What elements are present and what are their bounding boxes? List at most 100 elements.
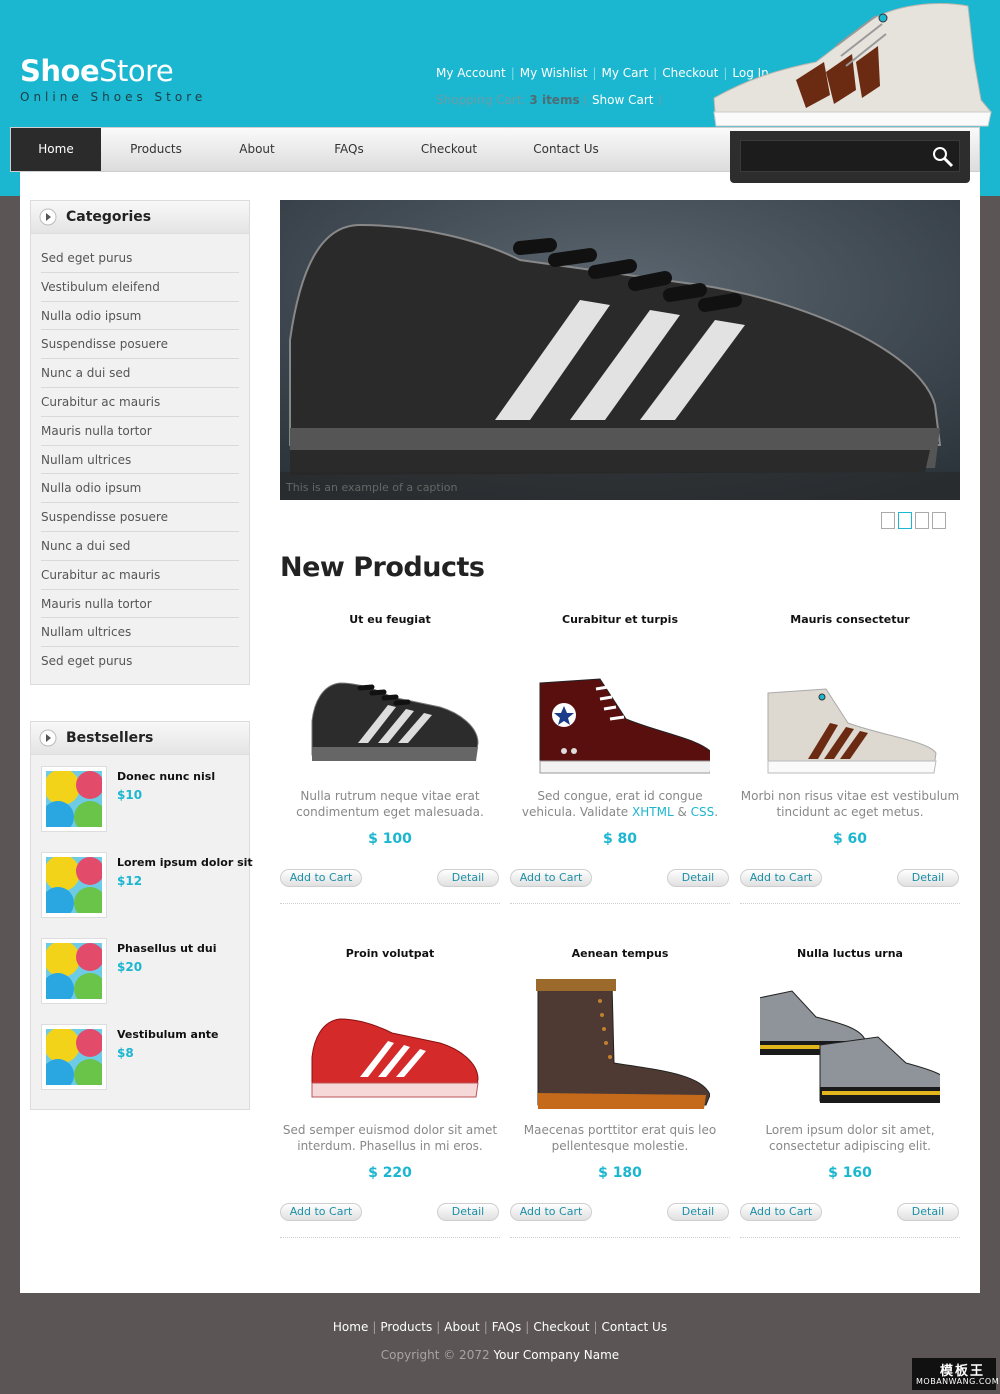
footer-faqs-link[interactable]: FAQs: [492, 1320, 522, 1334]
add-to-cart-button[interactable]: Add to Cart: [740, 869, 822, 887]
category-item[interactable]: Suspendisse posuere: [41, 503, 239, 532]
nav-checkout[interactable]: Checkout: [409, 128, 489, 171]
detail-button[interactable]: Detail: [897, 1203, 959, 1221]
product-price: $ 160: [828, 1165, 872, 1181]
detail-button[interactable]: Detail: [437, 869, 499, 887]
category-item[interactable]: Sed eget purus: [41, 244, 239, 273]
divider: [280, 903, 500, 904]
bestseller-item[interactable]: Lorem ipsum dolor sit $12: [41, 852, 253, 922]
separator: |: [372, 1320, 377, 1334]
logo-bold: Shoe: [20, 54, 100, 88]
category-item[interactable]: Curabitur ac mauris: [41, 388, 239, 417]
logo[interactable]: ShoeStore Online Shoes Store: [20, 55, 206, 104]
my-wishlist-link[interactable]: My Wishlist: [520, 66, 588, 80]
categories-header: Categories: [31, 201, 249, 234]
my-cart-link[interactable]: My Cart: [602, 66, 649, 80]
product-name[interactable]: Aenean tempus: [510, 947, 730, 960]
nav-faqs[interactable]: FAQs: [321, 128, 377, 171]
add-to-cart-button[interactable]: Add to Cart: [510, 1203, 592, 1221]
nav-contact-us[interactable]: Contact Us: [521, 128, 611, 171]
footer-products-link[interactable]: Products: [380, 1320, 432, 1334]
xhtml-link[interactable]: XHTML: [632, 805, 674, 819]
detail-button[interactable]: Detail: [897, 869, 959, 887]
categories-title: Categories: [66, 209, 152, 225]
add-to-cart-button[interactable]: Add to Cart: [280, 1203, 362, 1221]
maroon-hightop-image[interactable]: [530, 643, 710, 783]
product-name[interactable]: Curabitur et turpis: [510, 613, 730, 626]
bestseller-thumbnail[interactable]: [41, 938, 107, 1005]
detail-button[interactable]: Detail: [437, 1203, 499, 1221]
featured-slider[interactable]: This is an example of a caption: [280, 200, 960, 500]
search-input[interactable]: [740, 140, 960, 172]
category-item[interactable]: Curabitur ac mauris: [41, 561, 239, 590]
nav-products[interactable]: Products: [121, 128, 191, 171]
category-item[interactable]: Nullam ultrices: [41, 446, 239, 475]
product-card: Nulla luctus urna Lorem ipsum dolor sit …: [740, 947, 960, 1247]
new-products-title: New Products: [280, 552, 485, 583]
bestseller-name[interactable]: Vestibulum ante: [117, 1028, 219, 1041]
red-sneaker-image[interactable]: [300, 977, 480, 1117]
company-name-link[interactable]: Your Company Name: [493, 1348, 619, 1362]
bestseller-price: $10: [117, 788, 143, 802]
category-item[interactable]: Nulla odio ipsum: [41, 302, 239, 331]
category-item[interactable]: Nunc a dui sed: [41, 532, 239, 561]
arrow-right-icon: [39, 208, 57, 226]
grey-yellow-sneakers-image[interactable]: [760, 977, 940, 1117]
css-link[interactable]: CSS: [691, 805, 715, 819]
footer-contact-link[interactable]: Contact Us: [602, 1320, 668, 1334]
bestsellers-header: Bestsellers: [31, 722, 249, 755]
bestseller-thumbnail[interactable]: [41, 852, 107, 919]
balloons-image: [42, 769, 106, 833]
ampersand: &: [677, 805, 687, 819]
product-name[interactable]: Mauris consectetur: [740, 613, 960, 626]
add-to-cart-button[interactable]: Add to Cart: [740, 1203, 822, 1221]
separator: |: [593, 1320, 598, 1334]
slider-dot-active[interactable]: [898, 512, 912, 529]
nav-about[interactable]: About: [226, 128, 288, 171]
divider: [510, 903, 730, 904]
bestseller-thumbnail[interactable]: [41, 1024, 107, 1091]
category-item[interactable]: Vestibulum eleifend: [41, 273, 239, 302]
product-description: Maecenas porttitor erat quis leo pellent…: [523, 1123, 717, 1153]
brown-boot-image[interactable]: [530, 977, 710, 1117]
footer-home-link[interactable]: Home: [333, 1320, 368, 1334]
search-icon[interactable]: [932, 146, 954, 168]
bestseller-name[interactable]: Phasellus ut dui: [117, 942, 216, 955]
detail-button[interactable]: Detail: [667, 869, 729, 887]
bestseller-item[interactable]: Phasellus ut dui $20: [41, 938, 241, 1008]
category-item[interactable]: Mauris nulla tortor: [41, 590, 239, 619]
arrow-right-icon: [39, 729, 57, 747]
product-name[interactable]: Nulla luctus urna: [740, 947, 960, 960]
category-item[interactable]: Nullam ultrices: [41, 618, 239, 648]
add-to-cart-button[interactable]: Add to Cart: [280, 869, 362, 887]
slider-dot[interactable]: [932, 512, 946, 529]
slider-dot[interactable]: [881, 512, 895, 529]
shopping-cart-summary: Shopping Cart: 3 items ( Show Cart ): [436, 93, 662, 107]
show-cart-link[interactable]: Show Cart: [592, 93, 654, 107]
category-item[interactable]: Nunc a dui sed: [41, 359, 239, 388]
my-account-link[interactable]: My Account: [436, 66, 506, 80]
bestseller-name[interactable]: Donec nunc nisl: [117, 770, 215, 783]
add-to-cart-button[interactable]: Add to Cart: [510, 869, 592, 887]
separator: |: [525, 1320, 530, 1334]
bestseller-item[interactable]: Vestibulum ante $8: [41, 1024, 241, 1094]
nav-home[interactable]: Home: [11, 128, 101, 171]
footer-about-link[interactable]: About: [444, 1320, 479, 1334]
divider: [510, 1237, 730, 1238]
category-item[interactable]: Sed eget purus: [41, 647, 239, 676]
black-sneaker-image[interactable]: [300, 643, 480, 783]
category-item[interactable]: Mauris nulla tortor: [41, 417, 239, 446]
category-item[interactable]: Nulla odio ipsum: [41, 474, 239, 504]
bestseller-thumbnail[interactable]: [41, 766, 107, 833]
grey-hightop-image[interactable]: [760, 643, 940, 783]
category-item[interactable]: Suspendisse posuere: [41, 330, 239, 360]
bestseller-item[interactable]: Donec nunc nisl $10: [41, 766, 241, 836]
product-name[interactable]: Ut eu feugiat: [280, 613, 500, 626]
detail-button[interactable]: Detail: [667, 1203, 729, 1221]
slider-dot[interactable]: [915, 512, 929, 529]
header-shoe-image: [713, 3, 992, 127]
product-name[interactable]: Proin volutpat: [280, 947, 500, 960]
divider: [740, 903, 960, 904]
footer-checkout-link[interactable]: Checkout: [533, 1320, 589, 1334]
bestseller-name[interactable]: Lorem ipsum dolor sit: [117, 856, 253, 869]
